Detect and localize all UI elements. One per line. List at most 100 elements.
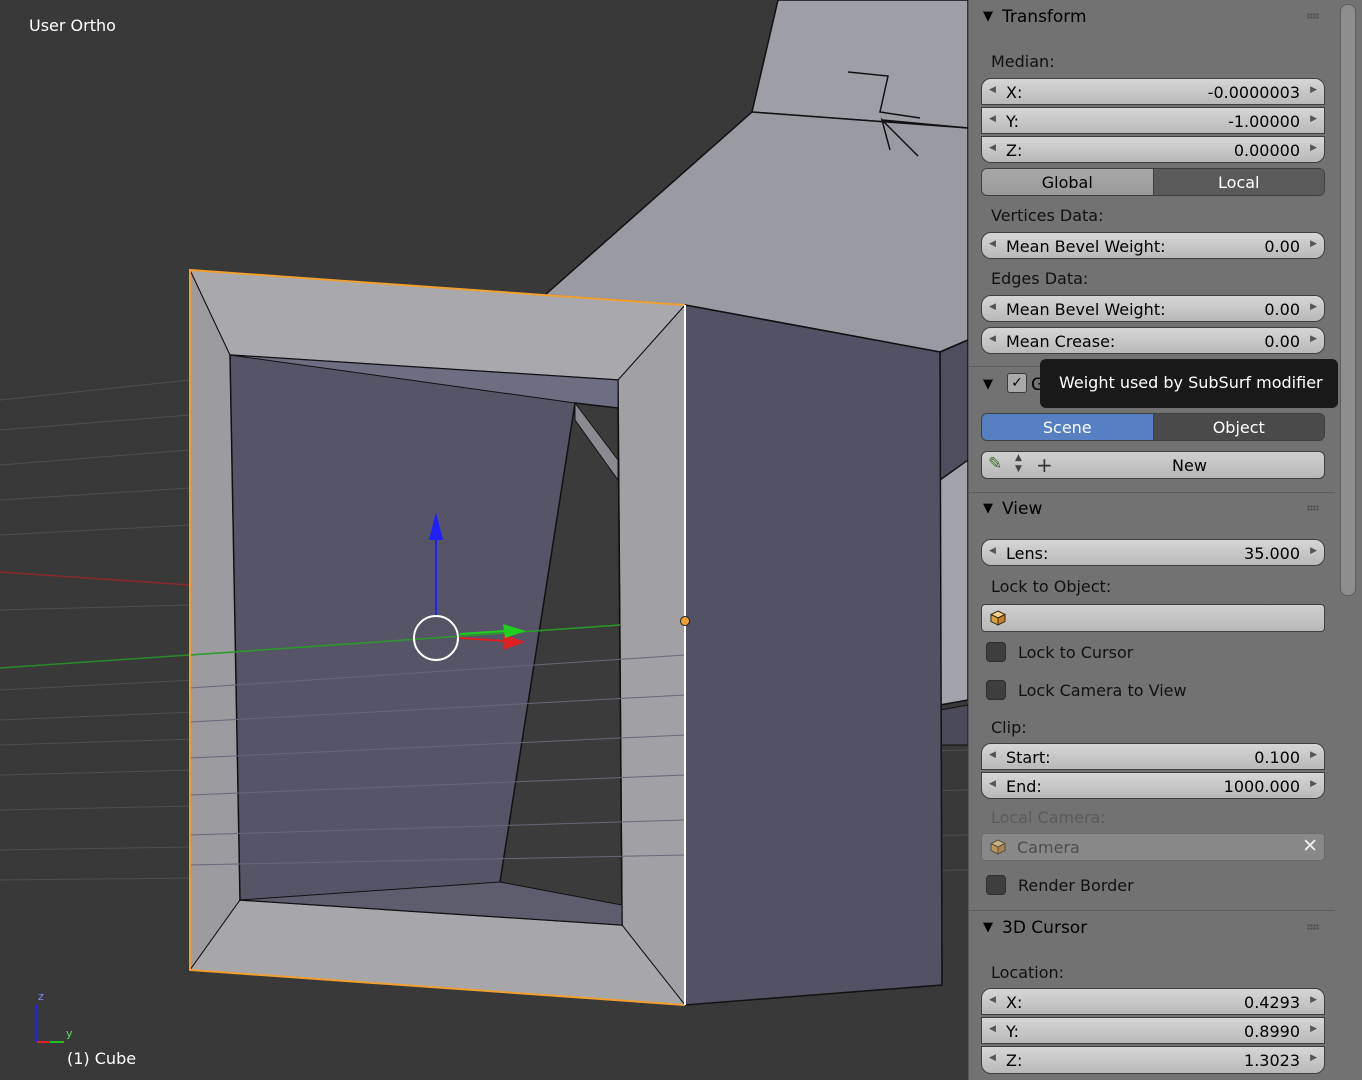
lock-camera-checkbox[interactable] xyxy=(986,680,1006,700)
field-label: Z: xyxy=(1006,1051,1023,1070)
decrement-arrow-icon[interactable]: ◀ xyxy=(989,334,996,344)
decrement-arrow-icon[interactable]: ◀ xyxy=(989,302,996,312)
local-button[interactable]: Local xyxy=(1153,169,1324,195)
collapse-triangle-icon: ▼ xyxy=(983,920,993,935)
tooltip: Weight used by SubSurf modifier xyxy=(1040,359,1338,408)
decrement-arrow-icon[interactable]: ◀ xyxy=(989,114,996,124)
field-value: 0.00 xyxy=(1264,300,1300,319)
median-y-field[interactable]: ◀ Y: -1.00000 ▶ xyxy=(981,107,1325,134)
field-value: 1000.000 xyxy=(1223,777,1300,796)
location-label: Location: xyxy=(991,963,1065,982)
increment-arrow-icon[interactable]: ▶ xyxy=(1310,995,1317,1005)
clip-start-field[interactable]: ◀ Start: 0.100 ▶ xyxy=(981,743,1325,770)
cursor3d-header[interactable]: ▼ 3D Cursor xyxy=(969,911,1335,947)
cursor-z-field[interactable]: ◀ Z: 1.3023 ▶ xyxy=(981,1046,1325,1074)
mean-crease-field[interactable]: ◀ Mean Crease: 0.00 ▶ xyxy=(981,327,1325,354)
increment-arrow-icon[interactable]: ▶ xyxy=(1310,546,1317,556)
increment-arrow-icon[interactable]: ▶ xyxy=(1310,1053,1317,1063)
increment-arrow-icon[interactable]: ▶ xyxy=(1310,750,1317,760)
grease-pencil-checkbox[interactable]: ✓ xyxy=(1007,373,1027,393)
field-label: Mean Crease: xyxy=(1006,332,1116,351)
axes-gizmo xyxy=(36,1005,64,1043)
collapse-triangle-icon: ▼ xyxy=(983,377,993,392)
decrement-arrow-icon[interactable]: ◀ xyxy=(989,239,996,249)
increment-arrow-icon[interactable]: ▶ xyxy=(1310,334,1317,344)
clear-x-icon[interactable]: ✕ xyxy=(1302,835,1318,857)
plus-icon[interactable]: + xyxy=(1036,453,1053,477)
field-value: 0.8990 xyxy=(1244,1022,1300,1041)
vertices-data-label: Vertices Data: xyxy=(991,206,1104,225)
decrement-arrow-icon[interactable]: ◀ xyxy=(989,1053,996,1063)
view-header[interactable]: ▼ View xyxy=(969,492,1335,528)
transform-header[interactable]: ▼ Transform xyxy=(969,0,1335,36)
decrement-arrow-icon[interactable]: ◀ xyxy=(989,995,996,1005)
global-button[interactable]: Global xyxy=(982,169,1153,195)
scene-object-toggle: Scene Object xyxy=(981,413,1325,441)
lens-field[interactable]: ◀ Lens: 35.000 ▶ xyxy=(981,539,1325,566)
panel-scrollbar-thumb[interactable] xyxy=(1340,4,1356,596)
increment-arrow-icon[interactable]: ▶ xyxy=(1310,239,1317,249)
increment-arrow-icon[interactable]: ▶ xyxy=(1310,85,1317,95)
axis-y-label: y xyxy=(66,1027,73,1040)
viewport-scene xyxy=(0,0,968,1043)
decrement-arrow-icon[interactable]: ◀ xyxy=(989,546,996,556)
clip-label: Clip: xyxy=(991,718,1027,737)
increment-arrow-icon[interactable]: ▶ xyxy=(1310,114,1317,124)
cursor-y-field[interactable]: ◀ Y: 0.8990 ▶ xyxy=(981,1017,1325,1044)
field-label: Y: xyxy=(1006,112,1020,131)
vertex-bevel-weight-field[interactable]: ◀ Mean Bevel Weight: 0.00 ▶ xyxy=(981,232,1325,259)
cursor-x-field[interactable]: ◀ X: 0.4293 ▶ xyxy=(981,988,1325,1015)
median-z-field[interactable]: ◀ Z: 0.00000 ▶ xyxy=(981,136,1325,163)
lock-to-object-label: Lock to Object: xyxy=(991,577,1112,596)
lock-to-cursor-checkbox[interactable] xyxy=(986,642,1006,662)
increment-arrow-icon[interactable]: ▶ xyxy=(1310,779,1317,789)
field-label: Mean Bevel Weight: xyxy=(1006,237,1166,256)
view-name: User Ortho xyxy=(29,16,116,35)
decrement-arrow-icon[interactable]: ◀ xyxy=(989,750,996,760)
field-value: 35.000 xyxy=(1244,544,1300,563)
field-label: Y: xyxy=(1006,1022,1020,1041)
object-button[interactable]: Object xyxy=(1153,414,1324,440)
cube-icon xyxy=(990,839,1006,855)
increment-arrow-icon[interactable]: ▶ xyxy=(1310,1024,1317,1034)
field-value: 0.00 xyxy=(1264,237,1300,256)
updown-arrows-icon[interactable]: ▲ ▼ xyxy=(1015,453,1022,475)
increment-arrow-icon[interactable]: ▶ xyxy=(1310,143,1317,153)
field-value: -0.0000003 xyxy=(1207,83,1300,102)
render-border-label: Render Border xyxy=(1018,876,1134,895)
axis-z-label: z xyxy=(38,990,44,1003)
global-local-toggle: Global Local xyxy=(981,168,1325,196)
lock-camera-label: Lock Camera to View xyxy=(1018,681,1187,700)
field-label: X: xyxy=(1006,993,1023,1012)
view-title: View xyxy=(1002,499,1043,519)
3d-viewport[interactable]: User Ortho z y (1) Cube xyxy=(0,0,968,1080)
lock-to-cursor-label: Lock to Cursor xyxy=(1018,643,1134,662)
scene-button[interactable]: Scene xyxy=(982,414,1153,440)
increment-arrow-icon[interactable]: ▶ xyxy=(1310,302,1317,312)
cursor3d-title: 3D Cursor xyxy=(1002,918,1088,938)
render-border-checkbox[interactable] xyxy=(986,875,1006,895)
cube-icon xyxy=(990,610,1006,626)
camera-value: Camera xyxy=(1017,838,1080,857)
lock-object-field[interactable] xyxy=(981,604,1325,632)
drag-grip-icon[interactable] xyxy=(1307,924,1319,930)
collapse-triangle-icon: ▼ xyxy=(983,501,993,516)
drag-grip-icon[interactable] xyxy=(1307,13,1319,19)
decrement-arrow-icon[interactable]: ◀ xyxy=(989,1024,996,1034)
new-button[interactable]: New xyxy=(1172,456,1207,475)
field-label: Mean Bevel Weight: xyxy=(1006,300,1166,319)
decrement-arrow-icon[interactable]: ◀ xyxy=(989,143,996,153)
median-x-field[interactable]: ◀ X: -0.0000003 ▶ xyxy=(981,78,1325,105)
decrement-arrow-icon[interactable]: ◀ xyxy=(989,85,996,95)
field-value: 0.4293 xyxy=(1244,993,1300,1012)
field-value: 0.00 xyxy=(1264,332,1300,351)
decrement-arrow-icon[interactable]: ◀ xyxy=(989,779,996,789)
pencil-icon[interactable]: ✎ xyxy=(988,454,1002,474)
local-camera-field[interactable]: Camera ✕ xyxy=(981,833,1325,861)
object-info: (1) Cube xyxy=(67,1049,137,1068)
clip-end-field[interactable]: ◀ End: 1000.000 ▶ xyxy=(981,772,1325,799)
field-value: 0.100 xyxy=(1254,748,1300,767)
edge-bevel-weight-field[interactable]: ◀ Mean Bevel Weight: 0.00 ▶ xyxy=(981,295,1325,322)
drag-grip-icon[interactable] xyxy=(1307,505,1319,511)
properties-panel: ▼ Transform Median: ◀ X: -0.0000003 ▶ ◀ … xyxy=(968,0,1339,1080)
